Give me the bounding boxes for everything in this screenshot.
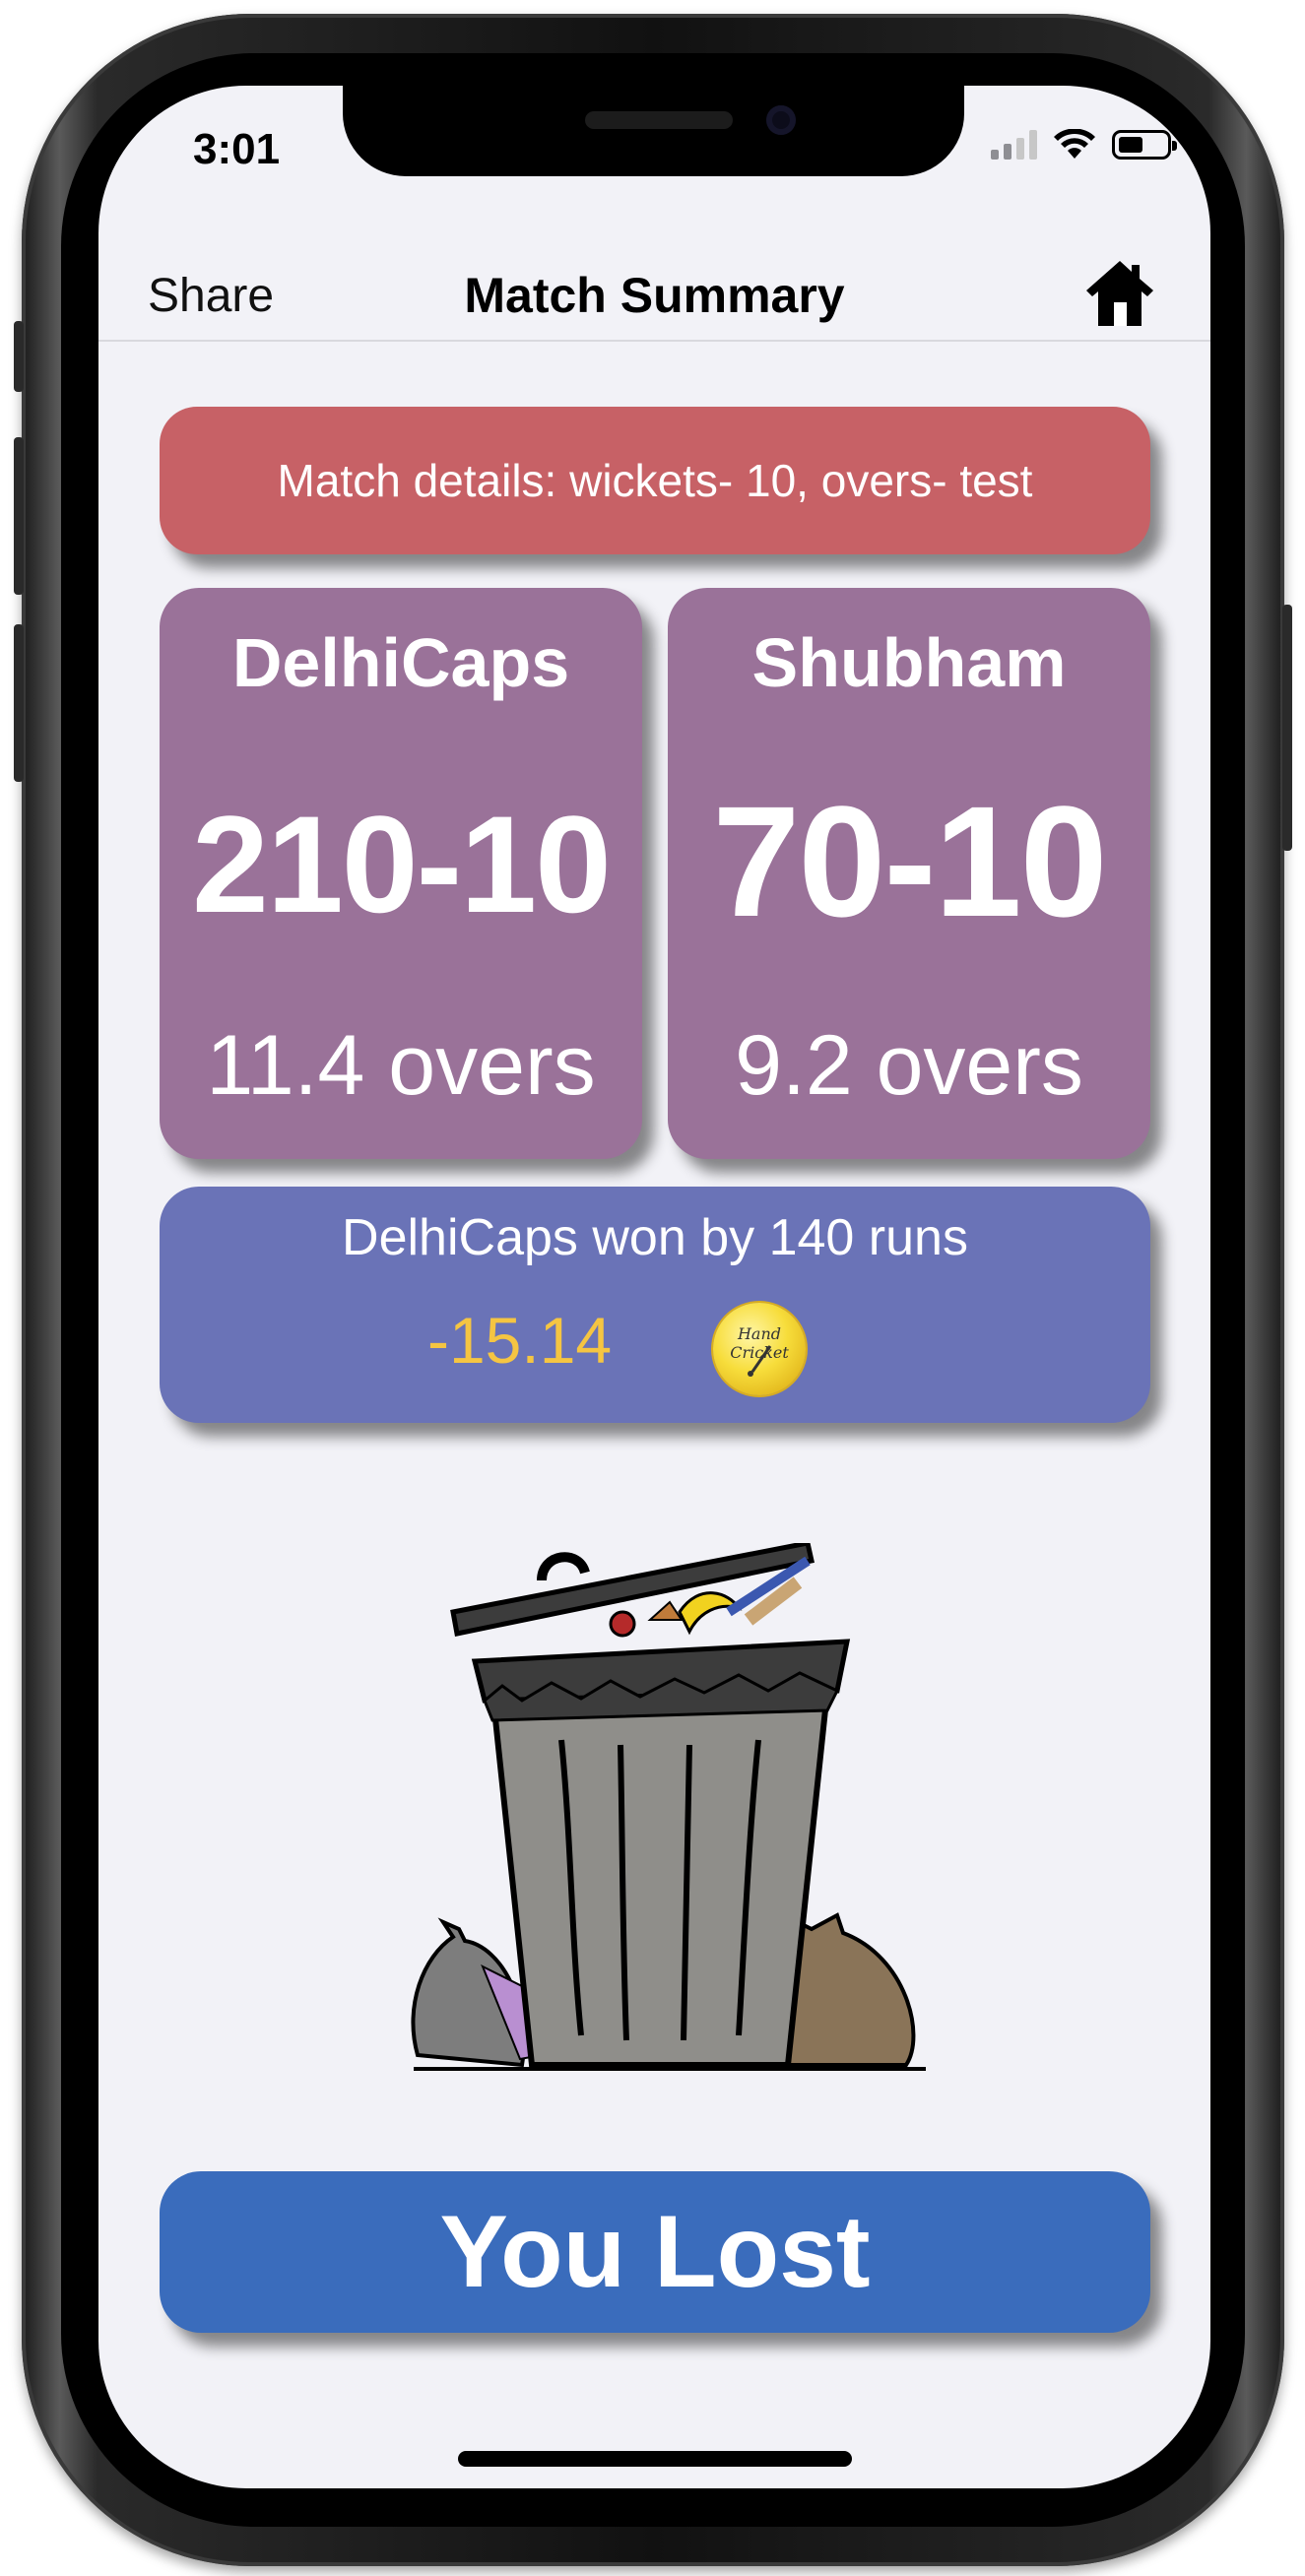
match-details-banner: Match details: wickets- 10, overs- test [160, 407, 1150, 554]
power-button [1282, 605, 1292, 851]
team-b-overs: 9.2 overs [735, 1018, 1083, 1113]
status-icons [991, 129, 1177, 161]
mute-switch [14, 321, 24, 392]
team-b-card: Shubham 70-10 9.2 overs [668, 588, 1150, 1159]
front-camera [766, 105, 796, 135]
result-card: DelhiCaps won by 140 runs -15.14 Hand Cr… [160, 1187, 1150, 1423]
battery-icon [1112, 130, 1177, 160]
status-time: 3:01 [193, 125, 281, 173]
team-b-score: 70-10 [712, 773, 1107, 949]
volume-up-button [14, 437, 24, 595]
page-title: Match Summary [464, 268, 845, 323]
trash-can-illustration [411, 1543, 926, 2071]
wifi-icon [1054, 129, 1095, 159]
coins-change: -15.14 [427, 1304, 613, 1377]
home-indicator[interactable] [458, 2451, 852, 2467]
hand-cricket-coin-icon: Hand Cricket [713, 1303, 806, 1395]
you-lost-button[interactable]: You Lost [160, 2171, 1150, 2333]
team-a-name: DelhiCaps [231, 624, 570, 701]
home-icon[interactable] [1080, 253, 1159, 332]
result-text: DelhiCaps won by 140 runs [342, 1209, 968, 1266]
navigation-bar: Share Match Summary [98, 231, 1210, 342]
cellular-signal-icon [991, 130, 1037, 160]
volume-down-button [14, 624, 24, 782]
notch [343, 86, 964, 176]
earpiece-speaker [585, 111, 733, 129]
app-screen: 3:01 Share Match Summary Match details: … [98, 86, 1210, 2488]
team-a-card: DelhiCaps 210-10 11.4 overs [160, 588, 642, 1159]
team-b-name: Shubham [751, 624, 1067, 701]
team-a-score: 210-10 [192, 787, 612, 941]
team-a-overs: 11.4 overs [206, 1018, 596, 1113]
